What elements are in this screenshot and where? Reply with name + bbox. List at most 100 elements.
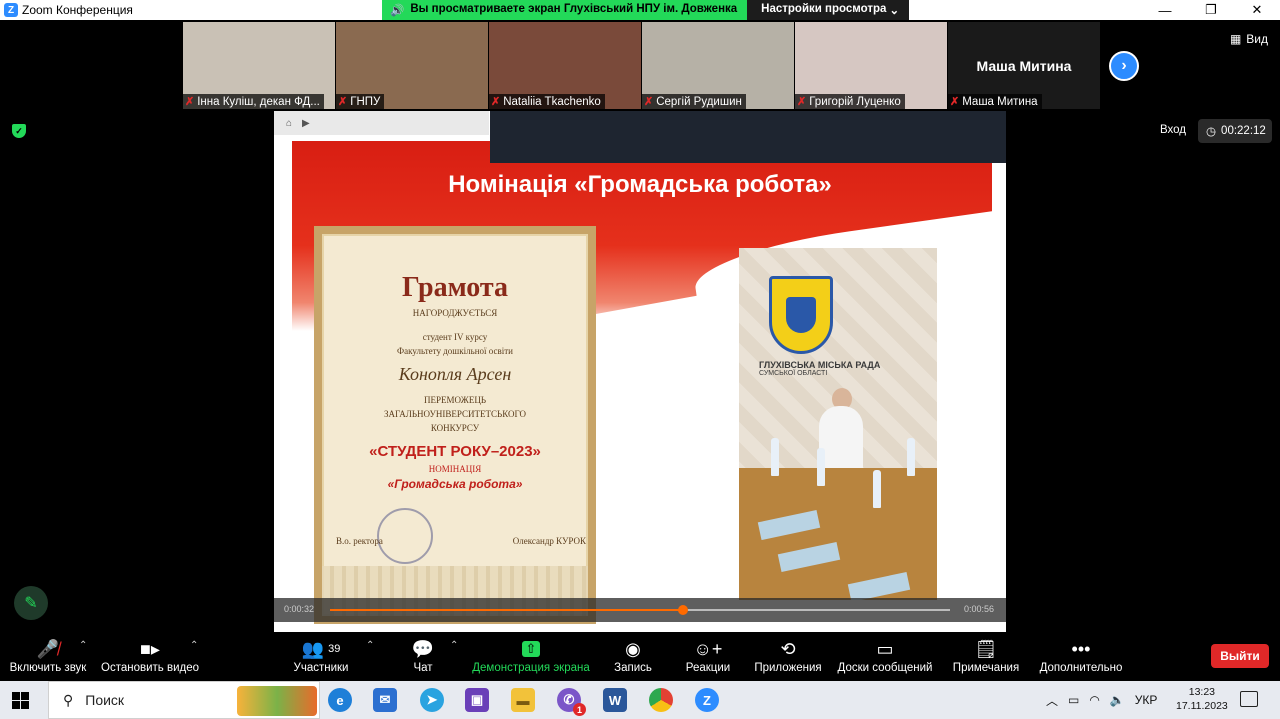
mic-muted-icon: ✗ — [644, 96, 654, 108]
mic-muted-icon: ✗ — [491, 96, 501, 108]
minimize-button[interactable]: — — [1142, 0, 1188, 20]
photo-caption-line: ГЛУХІВСЬКА МІСЬКА РАДА — [759, 360, 881, 370]
video-total: 0:00:56 — [963, 604, 994, 614]
participant-name: Сергій Рудишин — [656, 95, 742, 108]
participant-name: Nataliia Tkachenko — [503, 95, 601, 108]
audio-options-chevron[interactable]: ⌃ — [79, 640, 87, 651]
next-page-button[interactable]: › — [1109, 51, 1139, 81]
mail-icon[interactable]: ✉ — [373, 688, 397, 712]
telegram-icon[interactable]: ➤ — [420, 688, 444, 712]
participant-tile[interactable]: ✗ ГНПУ — [336, 22, 488, 109]
login-label[interactable]: Вход — [1160, 124, 1186, 136]
clock-icon: ◷ — [1206, 126, 1217, 138]
word-icon[interactable]: W — [603, 688, 627, 712]
notification-center-icon[interactable] — [1240, 691, 1258, 707]
share-screen-button[interactable]: ⇧ Демонстрация экрана — [472, 636, 590, 674]
mic-off-icon: 🎤̸ — [36, 638, 60, 659]
edge-icon[interactable]: e — [328, 688, 352, 712]
progress-fill — [330, 609, 684, 611]
participants-label: Участники — [293, 662, 349, 674]
windows-start-button[interactable] — [12, 692, 29, 709]
apps-button[interactable]: ⟲ Приложения — [752, 636, 824, 675]
chevron-up-icon[interactable]: ︿ — [1046, 692, 1058, 709]
share-banner-message: 🔊 Вы просматриваете экран Глухівський НП… — [382, 0, 748, 20]
photo-caption: ГЛУХІВСЬКА МІСЬКА РАДА СУМСЬКОЇ ОБЛАСТІ — [759, 360, 880, 377]
diploma-text: КОНКУРСУ — [430, 423, 480, 433]
language-indicator[interactable]: УКР — [1135, 693, 1158, 707]
home-icon: ⌂ — [286, 117, 293, 129]
notes-label: Примечания — [952, 662, 1020, 674]
participants-icon: 👥 — [301, 638, 325, 659]
view-options-dropdown[interactable]: Настройки просмотра ⌄ — [747, 0, 910, 20]
chat-button[interactable]: 💬 Чат — [405, 636, 441, 675]
volume-icon[interactable]: 🔈 — [1110, 693, 1125, 707]
view-button[interactable]: ▦ Вид — [1230, 32, 1268, 46]
notification-badge: 1 — [573, 703, 586, 716]
shared-screen-overlay — [490, 111, 1006, 163]
battery-icon[interactable]: ▭ — [1068, 693, 1079, 707]
viber-icon[interactable]: ✆ 1 — [557, 688, 586, 716]
apps-label: Приложения — [754, 662, 822, 674]
windows-taskbar: ⚲ Поиск e ✉ ➤ ▣ ▬ ✆ 1 W Z ︿ ▭ ◠ 🔈 УКР 13:… — [0, 681, 1280, 719]
leave-button[interactable]: Выйти — [1211, 644, 1269, 668]
coat-of-arms — [769, 276, 833, 354]
progress-track[interactable] — [330, 605, 950, 615]
stop-video-button[interactable]: ■▸ Остановить видео — [100, 636, 200, 675]
reactions-label: Реакции — [685, 662, 731, 674]
save-disk-icon[interactable]: ▣ — [465, 688, 489, 712]
diploma-contest: «СТУДЕНТ РОКУ–2023» — [369, 443, 541, 460]
file-explorer-icon[interactable]: ▬ — [511, 688, 535, 712]
chrome-icon[interactable] — [649, 688, 673, 712]
notes-button[interactable]: 🗒 Примечания — [950, 636, 1022, 675]
record-button[interactable]: ◉ Запись — [612, 636, 654, 675]
participant-tile[interactable]: ✗ Nataliia Tkachenko — [489, 22, 641, 109]
mic-muted-icon: ✗ — [338, 96, 348, 108]
search-icon: ⚲ — [63, 691, 74, 708]
event-photo: ГЛУХІВСЬКА МІСЬКА РАДА СУМСЬКОЇ ОБЛАСТІ — [739, 248, 937, 600]
participant-name: Інна Куліш, декан ФД... — [197, 95, 320, 108]
meeting-toolbar: 🎤̸ Включить звук ⌃ ■▸ Остановить видео ⌃… — [0, 633, 1280, 681]
wifi-icon[interactable]: ◠ — [1089, 693, 1099, 707]
video-options-chevron[interactable]: ⌃ — [190, 640, 198, 651]
video-progress-bar[interactable]: 0:00:32 0:00:56 — [274, 598, 1006, 622]
taskbar-search[interactable]: ⚲ Поиск — [48, 681, 320, 719]
diploma-signatures: В.о. ректора Олександр КУРОК — [336, 536, 586, 546]
video-elapsed: 0:00:32 — [284, 604, 315, 614]
mic-muted-icon: ✗ — [950, 96, 960, 108]
diploma-text: НОМІНАЦІЯ — [428, 464, 482, 474]
mic-muted-icon: ✗ — [185, 96, 195, 108]
share-screen-icon: ⇧ — [521, 641, 541, 657]
participant-tile[interactable]: ✗ Григорій Луценко — [795, 22, 947, 109]
signature-right: Олександр КУРОК — [512, 536, 586, 546]
signature-left: В.о. ректора — [336, 536, 383, 546]
stop-video-label: Остановить видео — [101, 662, 199, 674]
chevron-down-icon: ⌄ — [889, 5, 900, 17]
zoom-taskbar-icon[interactable]: Z — [695, 688, 719, 712]
participant-tile[interactable]: ✗ Сергій Рудишин — [642, 22, 794, 109]
maximize-button[interactable]: ❐ — [1188, 0, 1234, 20]
participant-tile[interactable]: Маша Митина ✗ Маша Митина — [948, 22, 1100, 109]
annotate-pencil-button[interactable]: ✎ — [14, 586, 48, 620]
participants-options-chevron[interactable]: ⌃ — [366, 640, 374, 651]
diploma-heading: Грамота — [401, 272, 509, 303]
participant-tile[interactable]: ✗ Інна Куліш, декан ФД... — [183, 22, 335, 109]
participants-button[interactable]: 👥 39 Участники — [290, 636, 352, 675]
diploma-text: ПЕРЕМОЖЕЦЬ — [423, 395, 486, 405]
reactions-button[interactable]: ☺+ Реакции — [684, 636, 732, 675]
progress-knob[interactable] — [678, 605, 689, 615]
unmute-button[interactable]: 🎤̸ Включить звук — [8, 636, 88, 675]
view-label: Вид — [1246, 32, 1268, 46]
whiteboard-icon: ▭ — [876, 638, 894, 659]
taskbar-clock[interactable]: 13:23 17.11.2023 — [1176, 685, 1228, 713]
whiteboards-button[interactable]: ▭ Доски сообщений — [836, 636, 934, 675]
more-button[interactable]: ••• Дополнительно — [1038, 636, 1124, 675]
chat-options-chevron[interactable]: ⌃ — [450, 640, 458, 651]
unmute-label: Включить звук — [9, 662, 87, 674]
close-button[interactable]: ✕ — [1234, 0, 1280, 20]
shared-screen[interactable]: ⌂ ▶ Номінація «Громадська робота» Грамот… — [274, 111, 1006, 632]
participant-strip: ✗ Інна Куліш, декан ФД... ✗ ГНПУ ✗ Nataliia… — [183, 22, 1100, 109]
diploma-recipient: Конопля Арсен — [398, 364, 512, 384]
app-title: Z Zoom Конференция — [4, 3, 133, 17]
share-banner: 🔊 Вы просматриваете экран Глухівський НП… — [382, 0, 910, 20]
encryption-shield-icon[interactable]: ✓ — [12, 124, 26, 138]
